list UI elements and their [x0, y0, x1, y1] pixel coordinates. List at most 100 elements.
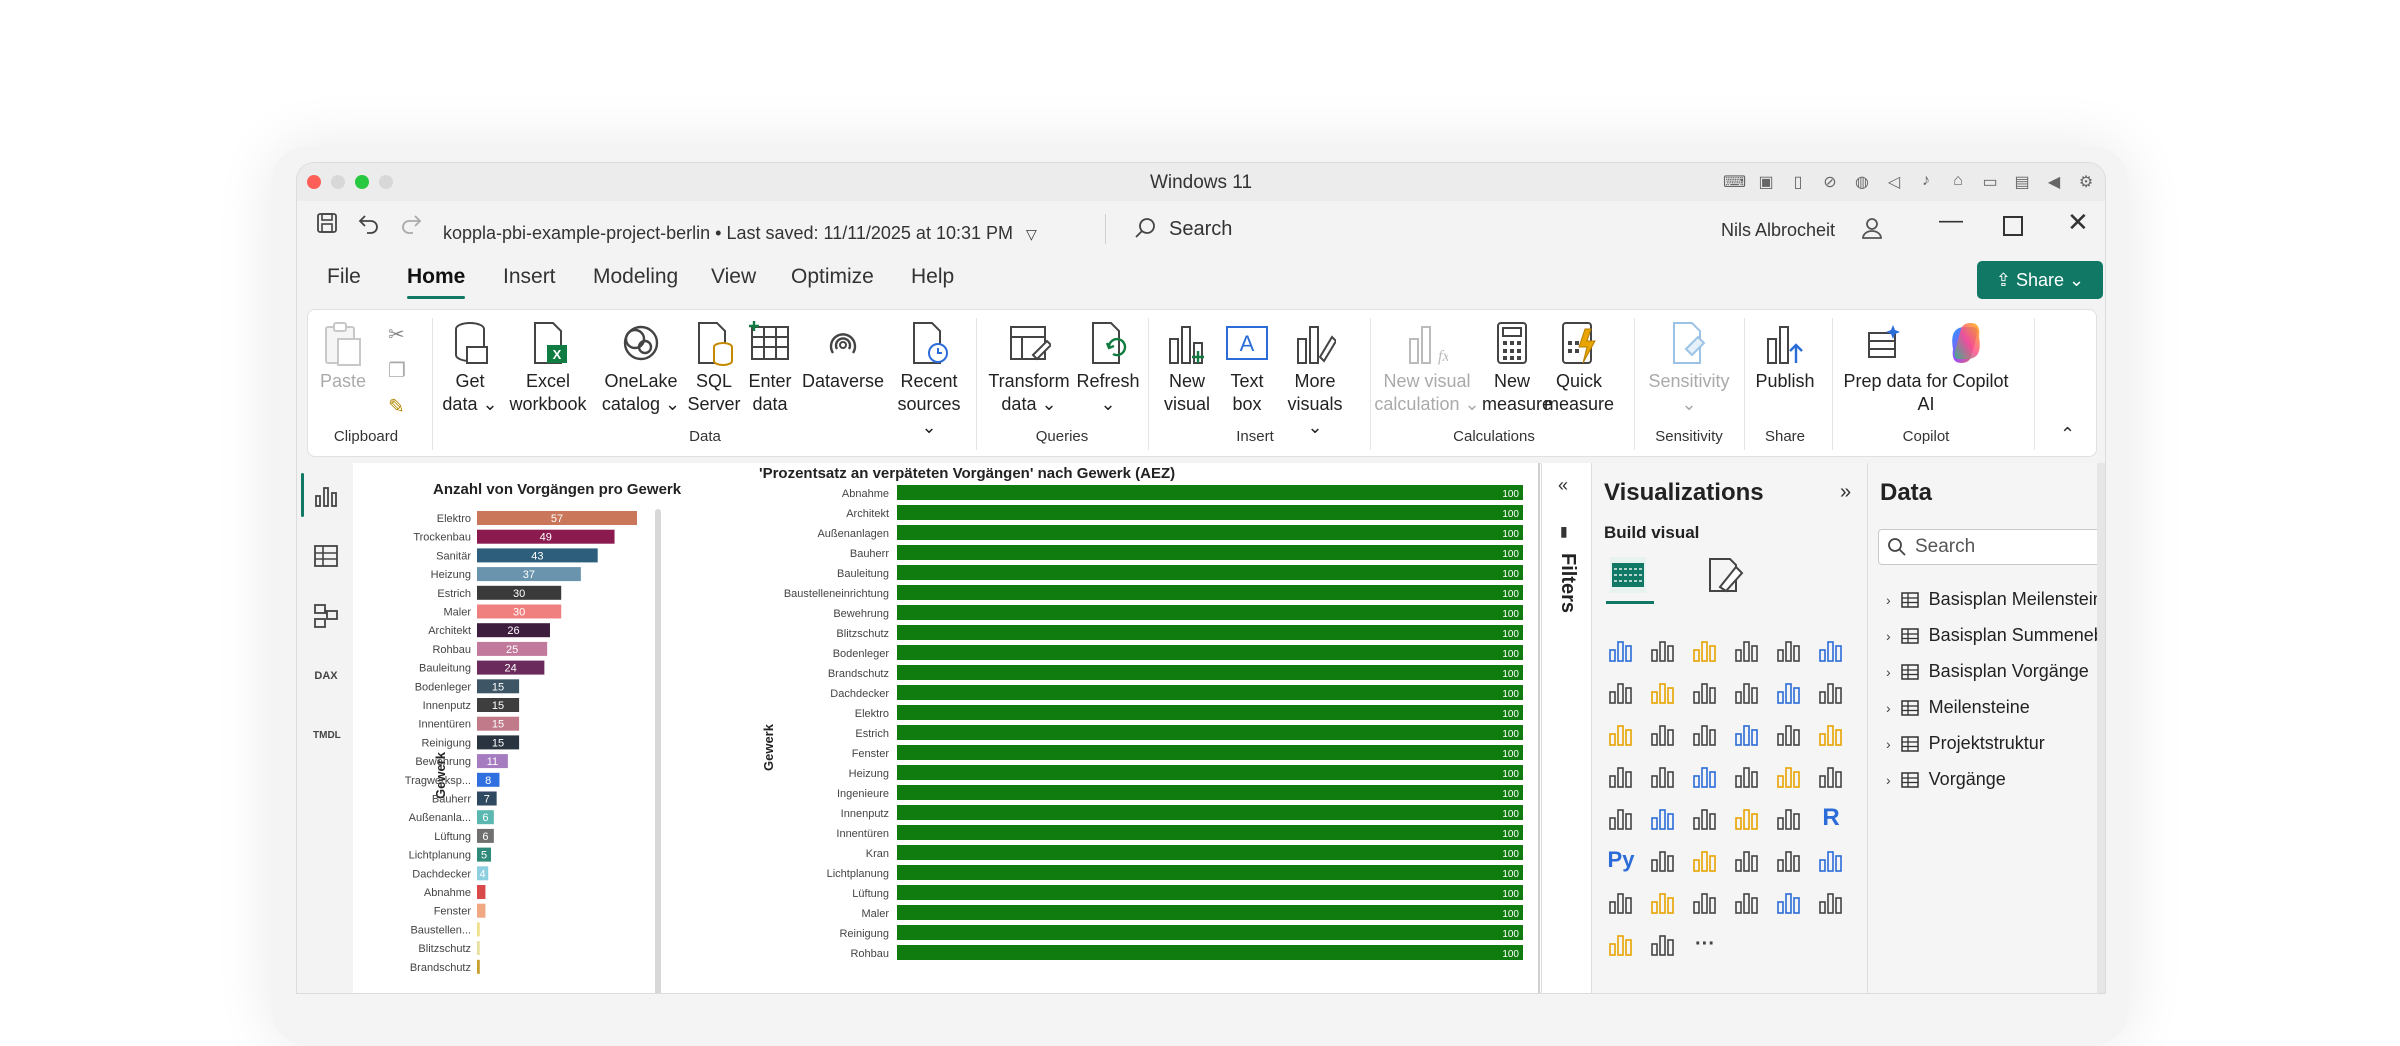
- metrics-icon[interactable]: [1732, 887, 1762, 917]
- more-icon[interactable]: ···: [1690, 929, 1720, 959]
- sensitivity-button[interactable]: Sensitivity ⌄: [1644, 318, 1734, 416]
- folder-icon[interactable]: ▤: [2011, 172, 2033, 192]
- onelake-catalog-button[interactable]: OneLake catalog ⌄: [598, 318, 684, 416]
- new-card-icon[interactable]: [1774, 887, 1804, 917]
- chart2-svg[interactable]: Abnahme 100 Architekt 100 Außenanlagen 100 Bau…: [353, 463, 1541, 994]
- table-view-icon[interactable]: [313, 543, 339, 569]
- keyboard-icon[interactable]: ⌨: [1723, 172, 1746, 192]
- power-automate-icon[interactable]: [1690, 887, 1720, 917]
- matrix-icon[interactable]: [1774, 803, 1804, 833]
- decomposition-tree-icon[interactable]: [1690, 845, 1720, 875]
- chevron-right-icon[interactable]: ›: [1886, 736, 1891, 752]
- tab-view[interactable]: View: [711, 265, 756, 289]
- treemap-icon[interactable]: [1606, 761, 1636, 791]
- cut-icon[interactable]: ✂: [388, 322, 405, 347]
- text-box-button[interactable]: A Text box: [1220, 318, 1274, 416]
- arrows-icon[interactable]: [1648, 929, 1678, 959]
- data-table-item[interactable]: › Meilensteine: [1886, 697, 2030, 718]
- pie-icon[interactable]: [1774, 719, 1804, 749]
- data-search-input[interactable]: Search: [1878, 529, 2105, 565]
- tab-home[interactable]: Home: [407, 265, 465, 289]
- map-icon[interactable]: [1648, 761, 1678, 791]
- funnel-icon[interactable]: [1690, 719, 1720, 749]
- card-icon[interactable]: [1816, 761, 1846, 791]
- table-icon[interactable]: [1732, 803, 1762, 833]
- transform-data-button[interactable]: Transform data ⌄: [984, 318, 1074, 416]
- refresh-button[interactable]: Refresh ⌄: [1074, 318, 1142, 416]
- chip-icon[interactable]: ▣: [1755, 172, 1777, 192]
- expand-filters-icon[interactable]: «: [1558, 475, 1568, 496]
- enter-data-button[interactable]: Enter data: [744, 318, 796, 416]
- collapse-visualizations-icon[interactable]: »: [1840, 481, 1851, 504]
- copy-icon[interactable]: ❐: [388, 358, 406, 383]
- collapse-ribbon-icon[interactable]: ⌃: [2060, 424, 2075, 445]
- more-visuals-button[interactable]: More visuals ⌄: [1280, 318, 1350, 439]
- mic-icon[interactable]: ♪: [1915, 172, 1937, 192]
- scrollbar[interactable]: [2097, 463, 2105, 993]
- prep-data-copilot-button[interactable]: Prep data for Copilot AI: [1842, 318, 2010, 416]
- recent-sources-button[interactable]: Recent sources ⌄: [890, 318, 968, 439]
- goals-icon[interactable]: [1816, 845, 1846, 875]
- video-icon[interactable]: ▭: [1979, 172, 2001, 192]
- user-avatar-icon[interactable]: [1859, 215, 1885, 241]
- chevron-right-icon[interactable]: ›: [1886, 592, 1891, 608]
- close-button[interactable]: ✕: [2067, 207, 2089, 238]
- gauge-icon[interactable]: [1774, 761, 1804, 791]
- multi-row-card-icon[interactable]: [1606, 803, 1636, 833]
- camera-off-icon[interactable]: ⊘: [1819, 172, 1841, 192]
- data-table-item[interactable]: › Basisplan Vorgänge: [1886, 661, 2089, 682]
- tab-optimize[interactable]: Optimize: [791, 265, 874, 289]
- filters-pane[interactable]: « ▮ Filters: [1541, 463, 1592, 993]
- chevron-down-icon[interactable]: ▽: [1026, 226, 1037, 242]
- minimize-button[interactable]: —: [1939, 207, 1963, 235]
- get-data-button[interactable]: Get data ⌄: [442, 318, 498, 416]
- kpi-icon[interactable]: [1648, 803, 1678, 833]
- python-visual-icon[interactable]: Py: [1606, 845, 1636, 875]
- azure-map-icon[interactable]: [1732, 761, 1762, 791]
- search-box[interactable]: Search: [1105, 210, 1665, 246]
- tab-insert[interactable]: Insert: [503, 265, 556, 289]
- chevron-right-icon[interactable]: ›: [1886, 664, 1891, 680]
- ribbon-icon[interactable]: [1606, 719, 1636, 749]
- redo-icon[interactable]: [399, 211, 423, 242]
- line-stacked-column-icon[interactable]: [1774, 677, 1804, 707]
- stacked-column-icon[interactable]: [1648, 635, 1678, 665]
- quick-measure-button[interactable]: Quick measure: [1544, 318, 1614, 416]
- scatter-icon[interactable]: [1732, 719, 1762, 749]
- tab-file[interactable]: File: [327, 265, 361, 289]
- sql-server-button[interactable]: SQL Server: [686, 318, 742, 416]
- waterfall-icon[interactable]: [1648, 719, 1678, 749]
- chevron-right-icon[interactable]: ›: [1886, 700, 1891, 716]
- tmdl-view-icon[interactable]: TMDL: [313, 723, 341, 749]
- paste-button[interactable]: Paste: [318, 318, 368, 393]
- chevron-right-icon[interactable]: ›: [1886, 772, 1891, 788]
- power-apps-icon[interactable]: [1648, 887, 1678, 917]
- line-clustered-column-icon[interactable]: [1816, 677, 1846, 707]
- 100-area-icon[interactable]: [1732, 677, 1762, 707]
- 100-column-icon[interactable]: [1816, 635, 1846, 665]
- line-icon[interactable]: [1606, 677, 1636, 707]
- new-visual-button[interactable]: New visual: [1160, 318, 1214, 416]
- maximize-button[interactable]: [2003, 216, 2023, 236]
- format-painter-icon[interactable]: ✎: [388, 394, 405, 419]
- fabric-icon[interactable]: [1606, 929, 1636, 959]
- stacked-area-icon[interactable]: [1690, 677, 1720, 707]
- report-view-icon[interactable]: [313, 483, 339, 509]
- r-visual-icon[interactable]: R: [1816, 803, 1846, 833]
- paginated-icon[interactable]: [1606, 887, 1636, 917]
- save-icon[interactable]: [315, 211, 339, 242]
- clustered-bar-icon[interactable]: [1690, 635, 1720, 665]
- share-button[interactable]: ⇪ Share ⌄: [1977, 261, 2103, 299]
- usb-icon[interactable]: ▯: [1787, 172, 1809, 192]
- globe-icon[interactable]: ◍: [1851, 172, 1873, 192]
- 100-bar-icon[interactable]: [1774, 635, 1804, 665]
- new-slicer-icon[interactable]: [1816, 887, 1846, 917]
- file-name[interactable]: koppla-pbi-example-project-berlin: [443, 223, 710, 243]
- slicer-icon[interactable]: [1690, 803, 1720, 833]
- area-icon[interactable]: [1648, 677, 1678, 707]
- tab-help[interactable]: Help: [911, 265, 954, 289]
- data-table-item[interactable]: › Projektstruktur: [1886, 733, 2045, 754]
- file-name-area[interactable]: koppla-pbi-example-project-berlin • Last…: [443, 223, 1037, 244]
- new-measure-button[interactable]: New measure: [1482, 318, 1552, 416]
- smart-narrative-icon[interactable]: [1774, 845, 1804, 875]
